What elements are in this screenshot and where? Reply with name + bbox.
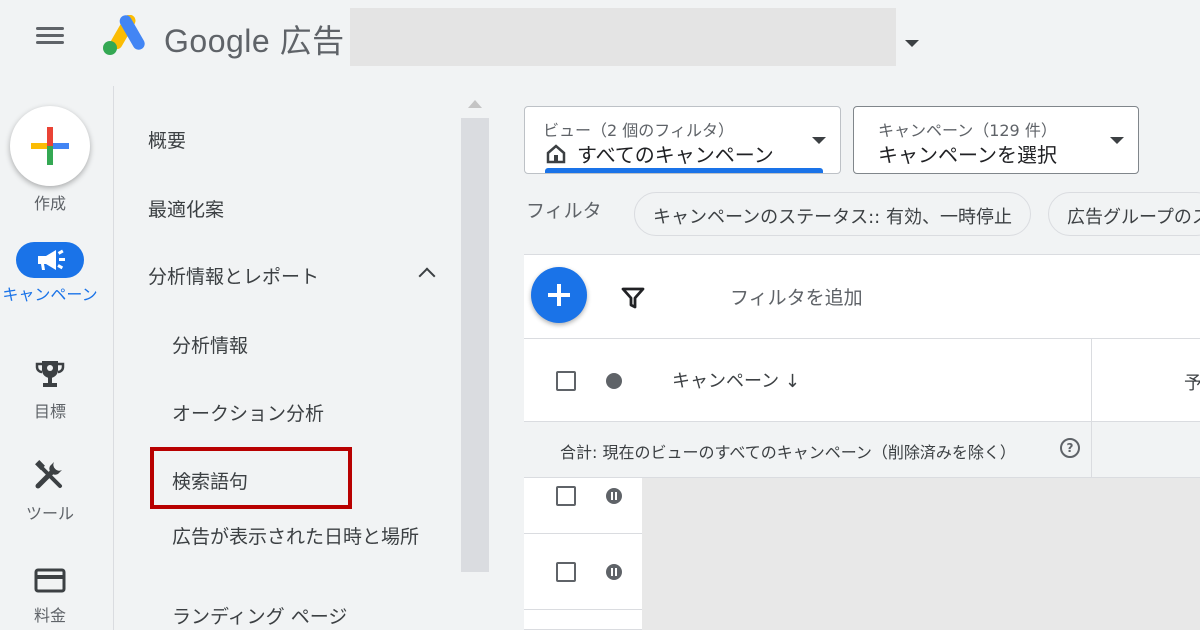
tools-icon[interactable] — [32, 458, 68, 494]
view-selector-label: ビュー（2 個のフィルタ） — [543, 121, 734, 140]
tools-label: ツール — [25, 504, 74, 523]
filter-chip-adgroup[interactable]: 広告グループのス — [1048, 192, 1200, 236]
nav-insights-reports[interactable]: 分析情報とレポート — [148, 262, 319, 289]
home-icon — [546, 144, 566, 164]
nav-overview[interactable]: 概要 — [148, 126, 186, 153]
campaign-selector[interactable]: キャンペーン（129 件） キャンペーンを選択 — [853, 106, 1139, 174]
trophy-icon[interactable] — [32, 356, 68, 392]
search-terms-highlight — [150, 447, 352, 509]
total-row-label: 合計: 現在のビューのすべてのキャンペーン（削除済みを除く） — [560, 443, 1016, 462]
paused-status-icon — [606, 488, 622, 504]
column-header-campaign[interactable]: キャンペーン ↓ — [672, 367, 800, 393]
table-row — [524, 610, 642, 630]
add-campaign-button[interactable] — [531, 267, 587, 323]
nav-insights[interactable]: 分析情報 — [172, 331, 248, 358]
brand-title: Google 広告 — [164, 23, 345, 59]
table-row — [524, 478, 642, 534]
nav-scrollbar[interactable] — [461, 118, 489, 572]
create-label: 作成 — [33, 194, 66, 213]
table-toolbar: フィルタを追加 — [524, 254, 1200, 338]
campaign-selector-value: キャンペーンを選択 — [878, 143, 1057, 167]
table-row — [524, 534, 642, 610]
chevron-up-icon[interactable] — [418, 267, 436, 285]
filter-chip-status[interactable]: キャンペーンのステータス:: 有効、一時停止 — [634, 192, 1031, 236]
select-all-checkbox[interactable] — [556, 371, 576, 391]
left-rail: 作成 キャンペーン 目標 ツール 料金 — [0, 86, 114, 630]
column-header-budget[interactable]: 予 — [1184, 369, 1200, 395]
view-dropdown-caret-icon — [812, 137, 826, 144]
filter-label: フィルタ — [526, 200, 602, 222]
goals-label: 目標 — [33, 402, 66, 421]
scroll-up-arrow-icon[interactable] — [468, 100, 482, 108]
account-dropdown-caret-icon[interactable] — [905, 40, 919, 47]
nav-when-where-ads-showed[interactable]: 広告が表示された日時と場所 — [172, 522, 432, 552]
nav-landing-pages[interactable]: ランディング ページ — [172, 602, 347, 629]
table-header-row: キャンペーン ↓ 予 — [524, 338, 1200, 423]
view-selector-value: すべてのキャンペーン — [577, 143, 774, 167]
view-selector[interactable]: ビュー（2 個のフィルタ） すべてのキャンペーン — [524, 106, 841, 174]
campaign-table: フィルタを追加 キャンペーン ↓ 予 合計: 現在のビューのすべてのキャンペーン… — [524, 254, 1200, 630]
nav-panel: 概要 最適化案 分析情報とレポート 分析情報 オークション分析 検索語句 広告が… — [114, 86, 460, 630]
megaphone-icon — [38, 249, 65, 270]
nav-recommendations[interactable]: 最適化案 — [148, 195, 224, 222]
column-divider — [1091, 339, 1092, 423]
status-column-dot-icon — [606, 373, 622, 389]
credit-card-icon[interactable] — [32, 562, 68, 598]
create-button[interactable] — [10, 106, 90, 186]
campaign-dropdown-caret-icon — [1110, 137, 1124, 144]
account-selector[interactable] — [350, 8, 896, 66]
filter-funnel-icon[interactable] — [620, 285, 646, 311]
help-circle-icon[interactable]: ? — [1060, 438, 1080, 458]
table-total-row: 合計: 現在のビューのすべてのキャンペーン（削除済みを除く） ? — [524, 422, 1200, 478]
top-bar: Google 広告 — [0, 0, 1200, 86]
row-checkbox[interactable] — [556, 562, 576, 582]
plus-multicolor-icon — [31, 127, 69, 165]
nav-auction-insights[interactable]: オークション分析 — [172, 399, 324, 426]
google-ads-logo — [103, 15, 145, 55]
paused-status-icon — [606, 564, 622, 580]
row-checkbox[interactable] — [556, 486, 576, 506]
app-root: Google 広告 作成 キャンペーン 目標 ツール 料金 概要 最適化案 分析… — [0, 0, 1200, 630]
add-filter-link[interactable]: フィルタを追加 — [730, 283, 863, 310]
campaign-selector-label: キャンペーン（129 件） — [878, 121, 1057, 140]
billing-label: 料金 — [33, 606, 66, 625]
campaigns-label: キャンペーン — [2, 285, 98, 304]
view-selector-active-bar — [545, 168, 823, 173]
campaigns-nav-button[interactable] — [16, 242, 84, 278]
column-divider — [1091, 422, 1092, 478]
menu-icon[interactable] — [36, 25, 64, 47]
